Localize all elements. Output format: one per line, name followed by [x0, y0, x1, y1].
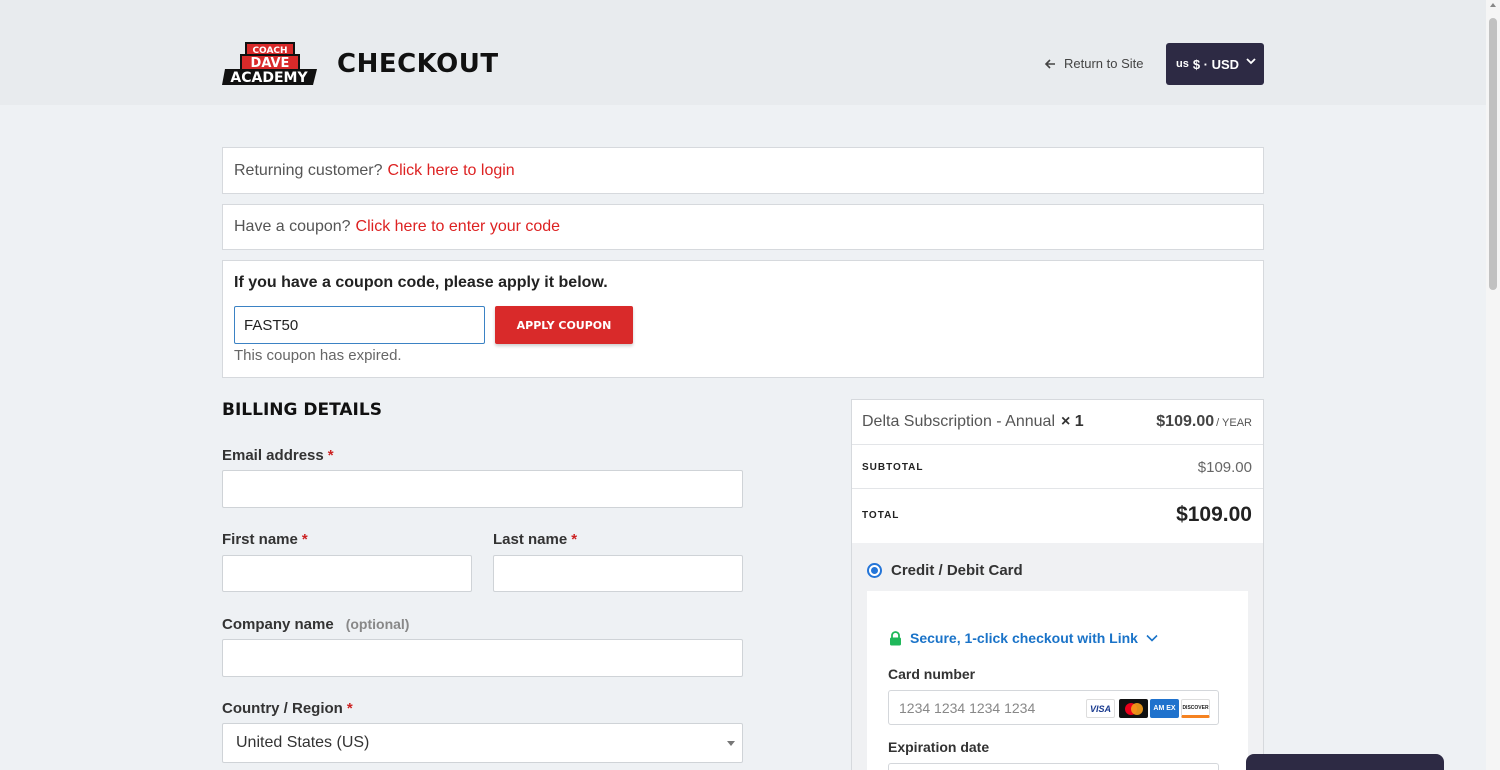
coupon-code-input[interactable] [234, 306, 485, 344]
email-label-text: Email address [222, 447, 324, 464]
logo-mark: COACH DAVE ACADEMY [222, 42, 317, 86]
order-item-name-text: Delta Subscription - Annual [862, 413, 1055, 430]
enter-coupon-link[interactable]: Click here to enter your code [356, 218, 561, 236]
last-name-field[interactable] [493, 555, 743, 592]
link-checkout-label: Secure, 1-click checkout with Link [910, 630, 1138, 646]
total-value: $109.00 [1176, 503, 1252, 526]
chevron-down-icon [1146, 634, 1158, 642]
required-mark: * [301, 531, 308, 548]
card-number-input[interactable]: 1234 1234 1234 1234 VISA AM EX DISCOVER [888, 690, 1219, 725]
first-name-label: First name * [222, 531, 308, 548]
last-name-label: Last name * [493, 531, 577, 548]
apply-coupon-button[interactable]: APPLY COUPON [495, 306, 633, 344]
country-select-value: United States (US) [236, 734, 370, 751]
card-payment-panel: Secure, 1-click checkout with Link Card … [867, 591, 1248, 770]
return-to-site-link[interactable]: Return to Site [1044, 56, 1144, 71]
discover-icon: DISCOVER [1181, 699, 1210, 718]
order-item-period: / YEAR [1216, 417, 1252, 429]
country-select[interactable]: United States (US) [222, 723, 743, 763]
payment-methods: Credit / Debit Card Secure, 1-click chec… [852, 543, 1263, 770]
first-name-label-text: First name [222, 531, 298, 548]
arrow-left-icon [1044, 58, 1055, 69]
site-header: COACH DAVE ACADEMY CHECKOUT Return to Si… [0, 0, 1486, 105]
company-name-label-text: Company name [222, 616, 334, 633]
chevron-down-icon [1246, 58, 1256, 65]
required-mark: * [571, 531, 578, 548]
chat-widget-button[interactable] [1246, 754, 1444, 770]
page-title: CHECKOUT [337, 49, 499, 79]
coupon-notice-text: Have a coupon? [234, 218, 351, 235]
company-name-field[interactable] [222, 639, 743, 677]
required-mark: * [346, 700, 353, 717]
dropdown-caret-icon [727, 741, 735, 746]
return-to-site-label: Return to Site [1064, 56, 1144, 71]
country-label-text: Country / Region [222, 700, 343, 717]
coach-dave-academy-logo[interactable]: COACH DAVE ACADEMY [222, 42, 318, 86]
order-item-quantity: × 1 [1061, 413, 1084, 430]
email-label: Email address * [222, 447, 334, 464]
logo-line-academy: ACADEMY [230, 70, 308, 86]
logo-line-coach: COACH [252, 46, 287, 56]
order-item-name: Delta Subscription - Annual × 1 [862, 413, 1084, 431]
amex-icon: AM EX [1150, 699, 1179, 718]
card-number-placeholder: 1234 1234 1234 1234 [899, 699, 1036, 716]
credit-card-label[interactable]: Credit / Debit Card [891, 562, 1023, 579]
optional-mark: (optional) [345, 616, 410, 632]
order-item-row: Delta Subscription - Annual × 1 $109.00/ … [852, 400, 1263, 445]
scrollbar-thumb[interactable] [1489, 18, 1497, 290]
mastercard-icon [1119, 699, 1148, 718]
scroll-up-arrow-icon[interactable] [1490, 3, 1496, 7]
coupon-notice: Have a coupon? Click here to enter your … [222, 204, 1264, 250]
card-number-label: Card number [888, 666, 976, 682]
first-name-field[interactable] [222, 555, 472, 592]
page-scrollbar[interactable] [1486, 0, 1500, 770]
total-label: TOTAL [862, 510, 900, 521]
coupon-form: If you have a coupon code, please apply … [222, 260, 1264, 378]
visa-icon: VISA [1086, 699, 1115, 718]
subtotal-row: SUBTOTAL $109.00 [852, 445, 1263, 489]
subtotal-value: $109.00 [1197, 459, 1252, 476]
order-summary: Delta Subscription - Annual × 1 $109.00/ … [851, 399, 1264, 770]
billing-details-heading: BILLING DETAILS [222, 400, 382, 420]
expiration-date-input[interactable] [888, 763, 1219, 770]
order-item-price-value: $109.00 [1156, 413, 1215, 430]
country-label: Country / Region * [222, 700, 353, 717]
required-mark: * [327, 447, 334, 464]
company-name-label: Company name (optional) [222, 616, 409, 633]
subtotal-label: SUBTOTAL [862, 462, 924, 473]
total-row: TOTAL $109.00 [852, 489, 1263, 543]
mastercard-circles [1124, 702, 1143, 715]
credit-card-radio[interactable] [867, 563, 882, 578]
returning-customer-text: Returning customer? [234, 161, 383, 179]
email-field[interactable] [222, 470, 743, 508]
login-link[interactable]: Click here to login [388, 162, 515, 180]
link-checkout-toggle[interactable]: Secure, 1-click checkout with Link [889, 630, 1158, 646]
expiration-date-label: Expiration date [888, 739, 990, 755]
logo-line-dave: DAVE [251, 56, 290, 71]
currency-flag: us [1176, 58, 1189, 70]
currency-selector[interactable]: us $ · USD [1166, 43, 1264, 85]
coupon-error-message: This coupon has expired. [234, 347, 402, 364]
last-name-label-text: Last name [493, 531, 568, 548]
lock-icon [890, 630, 901, 645]
coupon-heading: If you have a coupon code, please apply … [234, 274, 608, 291]
returning-customer-notice: Returning customer? Click here to login [222, 147, 1264, 194]
order-item-price: $109.00/ YEAR [1156, 413, 1252, 431]
currency-label: $ · USD [1192, 56, 1240, 72]
